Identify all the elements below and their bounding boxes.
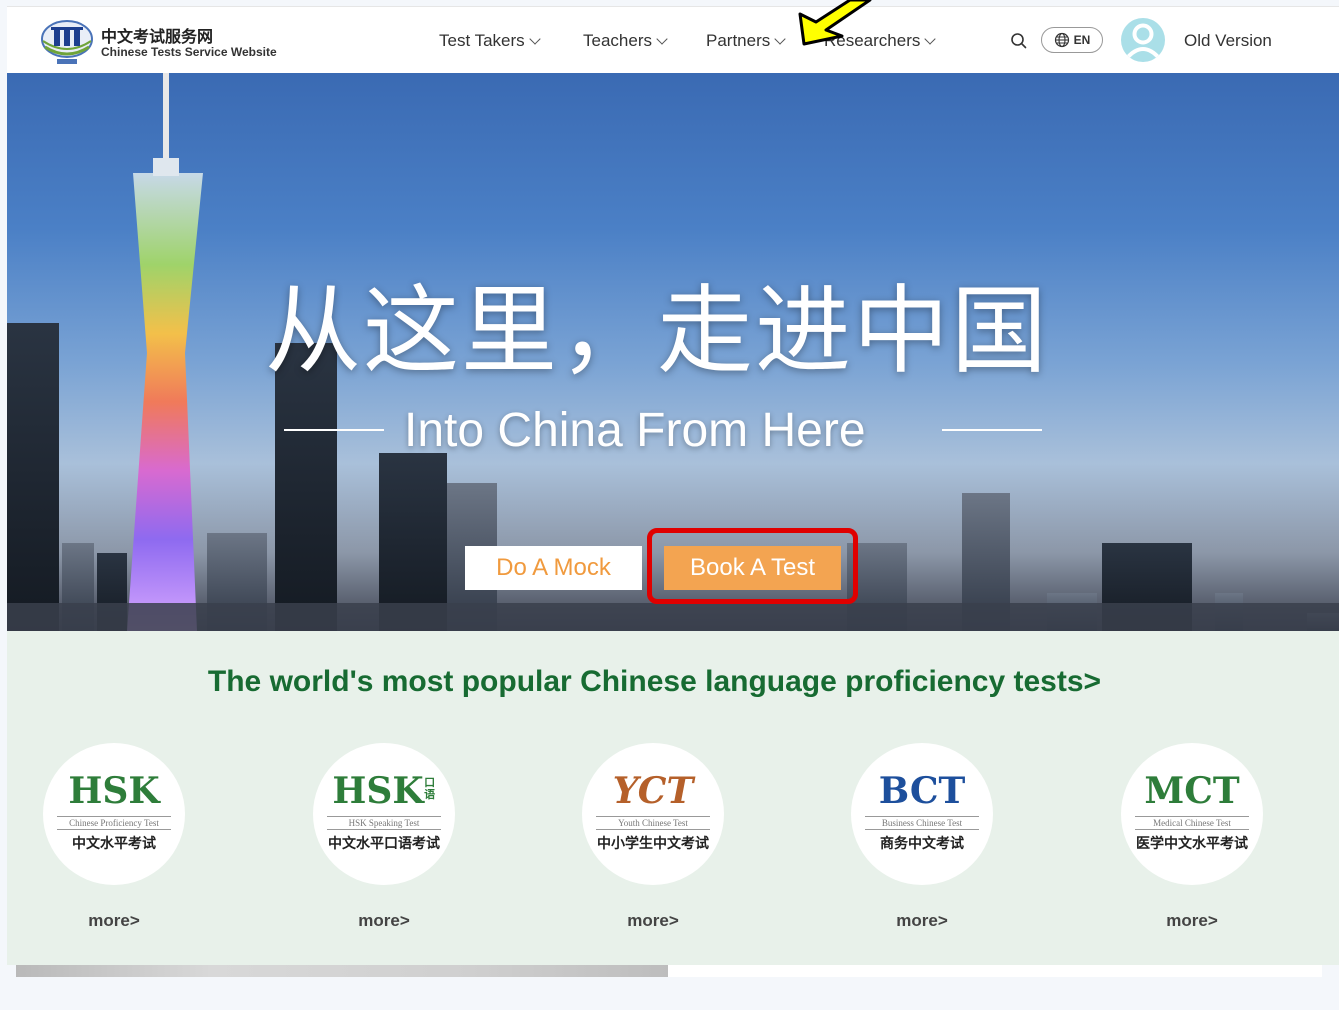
test-logo-hsk[interactable]: HSK Chinese Proficiency Test 中文水平考试 (43, 743, 185, 885)
test-more-link[interactable]: more> (1117, 911, 1267, 931)
test-logo-text: MCT (1144, 770, 1240, 812)
test-card-yct: YCT Youth Chinese Test 中小学生中文考试 more> (578, 743, 728, 931)
chevron-down-icon (529, 33, 541, 45)
language-label: EN (1073, 33, 1091, 47)
test-name-cn: 商务中文考试 (880, 835, 964, 851)
test-card-bct: BCT Business Chinese Test 商务中文考试 more> (847, 743, 997, 931)
test-logo-mct[interactable]: MCT Medical Chinese Test 医学中文水平考试 (1121, 743, 1263, 885)
test-logo-sup: 口语 (424, 776, 436, 801)
nav-test-takers[interactable]: Test Takers (439, 31, 541, 51)
test-more-link[interactable]: more> (39, 911, 189, 931)
next-section-image-strip (16, 965, 668, 977)
test-name-cn: 医学中文水平考试 (1136, 835, 1248, 851)
test-logo-text: YCT (612, 770, 694, 812)
hero-banner: 从这里，走进中国 Into China From Here Do A Mock … (7, 73, 1339, 631)
test-logo-text: HSK口语 (313, 773, 455, 809)
logo-title-en[interactable]: Chinese Tests Service Website (101, 45, 277, 59)
test-subtitle: Chinese Proficiency Test (57, 816, 171, 830)
hero-headline-cn: 从这里，走进中国 (265, 275, 1049, 387)
test-logo-text: HSK (68, 770, 160, 812)
test-card-hsk: HSK Chinese Proficiency Test 中文水平考试 more… (39, 743, 189, 931)
annotation-arrow-icon (798, 0, 872, 46)
hero-divider-right (942, 429, 1042, 431)
test-more-link[interactable]: more> (578, 911, 728, 931)
next-section-panel (668, 965, 1322, 977)
page: 中文考试服务网 Chinese Tests Service Website Te… (0, 0, 1339, 1010)
logo-emblem-icon[interactable] (37, 17, 97, 67)
nav-partners[interactable]: Partners (706, 31, 786, 51)
test-name-cn: 中文水平考试 (72, 835, 156, 851)
nav-label: Test Takers (439, 31, 525, 50)
test-subtitle: Business Chinese Test (865, 816, 979, 830)
test-logo-bct[interactable]: BCT Business Chinese Test 商务中文考试 (851, 743, 993, 885)
hero-headline-en: Into China From Here (404, 404, 866, 457)
chevron-down-icon (774, 33, 786, 45)
test-more-link[interactable]: more> (847, 911, 997, 931)
test-card-mct: MCT Medical Chinese Test 医学中文水平考试 more> (1117, 743, 1267, 931)
test-subtitle: Youth Chinese Test (596, 816, 710, 830)
test-name-cn: 中文水平口语考试 (328, 835, 440, 851)
book-a-test-button[interactable]: Book A Test (664, 546, 841, 590)
test-name-cn: 中小学生中文考试 (597, 835, 709, 851)
logo-title-cn[interactable]: 中文考试服务网 (101, 23, 213, 47)
tests-section-title[interactable]: The world's most popular Chinese languag… (7, 665, 1302, 699)
test-more-link[interactable]: more> (309, 911, 459, 931)
old-version-link[interactable]: Old Version (1184, 31, 1272, 51)
tests-section: The world's most popular Chinese languag… (7, 631, 1339, 965)
test-logo-yct[interactable]: YCT Youth Chinese Test 中小学生中文考试 (582, 743, 724, 885)
nav-label: Teachers (583, 31, 652, 50)
test-subtitle: HSK Speaking Test (327, 816, 441, 830)
nav-label: Partners (706, 31, 771, 50)
test-card-hsk-speaking: HSK口语 HSK Speaking Test 中文水平口语考试 more> (309, 743, 459, 931)
test-subtitle: Medical Chinese Test (1135, 816, 1249, 830)
nav-teachers[interactable]: Teachers (583, 31, 668, 51)
globe-icon (1054, 32, 1069, 48)
language-switch-button[interactable]: EN (1041, 27, 1103, 53)
hero-divider-left (284, 429, 384, 431)
test-logo-text: BCT (878, 770, 966, 812)
test-logo-hsk-speaking[interactable]: HSK口语 HSK Speaking Test 中文水平口语考试 (313, 743, 455, 885)
test-logo-main: HSK (332, 770, 424, 812)
chevron-down-icon (924, 33, 937, 45)
site-header: 中文考试服务网 Chinese Tests Service Website Te… (7, 6, 1339, 73)
search-icon[interactable] (1010, 32, 1028, 50)
chevron-down-icon (656, 33, 668, 45)
do-a-mock-button[interactable]: Do A Mock (465, 546, 642, 590)
person-icon (1125, 23, 1161, 60)
user-avatar-icon[interactable] (1121, 18, 1165, 62)
